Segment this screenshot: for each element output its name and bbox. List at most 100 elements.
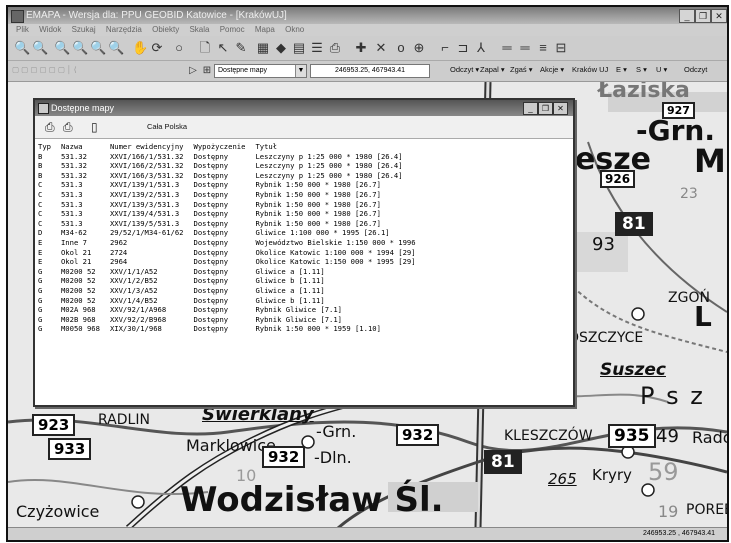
table-row[interactable]: C 531.3 XXVI/139/3/531.3 Dostępny Rybnik 1:5…	[38, 200, 426, 210]
measure-distance-icon[interactable]: ⌐	[438, 41, 452, 55]
delete-icon[interactable]: ✕	[374, 41, 388, 55]
highlight-icon[interactable]: ✎	[234, 41, 248, 55]
table-cell: Inne 7	[60, 237, 87, 247]
coordinate-input[interactable]: 246953.25, 467943.41	[310, 64, 430, 78]
chevron-down-icon[interactable]: ▼	[295, 65, 306, 77]
refresh-icon[interactable]: ⟳	[150, 41, 164, 55]
zoom-window-icon[interactable]: 🔍	[54, 41, 70, 55]
menu-search[interactable]: Szukaj	[72, 25, 96, 34]
pan-hand-icon[interactable]: ✋	[132, 41, 148, 55]
zoom-in-icon[interactable]: 🔍	[14, 41, 30, 55]
krakow-uj-button[interactable]: Kraków UJ	[572, 65, 608, 74]
target-icon[interactable]: ⊕	[412, 41, 426, 55]
menu-window[interactable]: Okno	[285, 25, 304, 34]
turn-on-dropdown[interactable]: Zapal ▾	[480, 65, 505, 74]
menu-help[interactable]: Pomoc	[220, 25, 245, 34]
table-row[interactable]: G M0050 968 XIX/30/1/968 Dostępny Rybnik 1:5…	[38, 324, 426, 334]
e-dropdown[interactable]: E ▾	[616, 65, 627, 74]
road-icon[interactable]: ═	[500, 41, 514, 55]
menu-bar: Plik Widok Szukaj Narzędzia Obiekty Skal…	[8, 24, 727, 36]
table-row[interactable]: C 531.3 XXVI/139/4/531.3 Dostępny Rybnik 1:5…	[38, 209, 426, 219]
s-dropdown[interactable]: S ▾	[636, 65, 647, 74]
table-cell: M0200 52	[60, 295, 96, 305]
table-cell: 2964	[109, 257, 128, 267]
table-row[interactable]: G M0200 52 XXV/1/4/B52 Dostępny Gliwice b [1…	[38, 296, 426, 306]
crosshair-icon[interactable]: ✚	[354, 41, 368, 55]
zoom-previous-icon[interactable]: 🔍	[72, 41, 88, 55]
column-header[interactable]: Tytuł	[255, 142, 425, 152]
layer-toggle-icon[interactable]: ▷	[186, 64, 200, 78]
table-row[interactable]: B 531.32 XXVI/166/1/531.32 Dostępny Leszczyn…	[38, 152, 426, 162]
legend-icon[interactable]: ▤	[292, 41, 306, 55]
close-button[interactable]: ✕	[711, 9, 727, 23]
menu-map[interactable]: Mapa	[255, 25, 275, 34]
railway-icon[interactable]: ═	[518, 41, 532, 55]
dialog-maximize-button[interactable]: ❐	[538, 102, 553, 115]
print-icon[interactable]: ⎙	[45, 120, 55, 135]
table-cell: XXVI/166/3/531.32	[109, 170, 184, 180]
menu-file[interactable]: Plik	[16, 25, 29, 34]
document-icon[interactable]: ▯	[91, 120, 98, 134]
dialog-minimize-button[interactable]: _	[523, 102, 538, 115]
menu-tools[interactable]: Narzędzia	[106, 25, 142, 34]
table-cell: C	[38, 180, 43, 190]
column-header[interactable]: Typ	[38, 142, 61, 152]
road-number-923: 923	[32, 414, 76, 436]
table-row[interactable]: C 531.3 XXVI/139/1/531.3 Dostępny Rybnik 1:5…	[38, 180, 426, 190]
read-button[interactable]: Odczyt	[684, 65, 707, 74]
table-row[interactable]: G M0200 52 XXV/1/3/A52 Dostępny Gliwice a [1…	[38, 286, 426, 296]
dialog-close-button[interactable]: ✕	[553, 102, 568, 115]
dialog-icon	[38, 103, 49, 114]
menu-view[interactable]: Widok	[39, 25, 61, 34]
available-maps-dialog: Dostępne mapy _ ❐ ✕ ⎙ ⎙ ▯ Cała Polska Ty…	[33, 98, 575, 407]
table-row[interactable]: G M0200 52 XXV/1/1/A52 Dostępny Gliwice a [1…	[38, 267, 426, 277]
table-row[interactable]: E Okol 21 2964 Dostępny Okolice Katowic 1:15…	[38, 257, 426, 267]
table-row[interactable]: G M02A 968 XXV/92/1/A968 Dostępny Rybnik Gli…	[38, 305, 426, 315]
column-header[interactable]: Wypożyczenie	[194, 142, 256, 152]
road-number-932-b: 932	[262, 446, 306, 468]
column-header[interactable]: Nazwa	[61, 142, 110, 152]
measure-area-icon[interactable]: ⊐	[456, 41, 470, 55]
u-dropdown[interactable]: U ▾	[656, 65, 667, 74]
available-maps-select[interactable]: Dostępne mapy ▼	[214, 64, 307, 78]
point-marker-icon[interactable]: o	[394, 41, 408, 55]
table-row[interactable]: C 531.3 XXVI/139/5/531.3 Dostępny Rybnik 1:5…	[38, 219, 426, 229]
style-icon[interactable]: ◆	[274, 41, 288, 55]
zoom-all-icon[interactable]: 🔍	[108, 41, 124, 55]
table-cell: Leszczyny p 1:25 000 * 1980 [26.4]	[255, 151, 403, 161]
zoom-next-icon[interactable]: 🔍	[90, 41, 106, 55]
maps-icon[interactable]: ⊞	[200, 64, 214, 78]
table-row[interactable]: G M02B 968 XXV/92/2/B968 Dostępny Rybnik Gli…	[38, 315, 426, 325]
table-row[interactable]: G M0200 52 XXV/1/2/B52 Dostępny Gliwice b [1…	[38, 276, 426, 286]
table-row[interactable]: E Okol 21 2724 Dostępny Okolice Katowic 1:10…	[38, 248, 426, 258]
zoom-out-icon[interactable]: 🔍	[32, 41, 48, 55]
profile-icon[interactable]: ⅄	[474, 41, 488, 55]
table-row[interactable]: C 531.3 XXVI/139/2/531.3 Dostępny Rybnik 1:5…	[38, 190, 426, 200]
table-row[interactable]: B 531.32 XXVI/166/2/531.32 Dostępny Leszczyn…	[38, 161, 426, 171]
table-cell: M0200 52	[60, 266, 96, 276]
menu-scale[interactable]: Skala	[189, 25, 209, 34]
table-cell: Dostępny	[193, 180, 229, 190]
print-preview-icon[interactable]: ⎙	[63, 120, 73, 135]
table-cell: XXV/1/3/A52	[109, 285, 158, 295]
table-row[interactable]: D M34-62 29/52/1/M34-61/62 Dostępny Gliwice …	[38, 228, 426, 238]
map-layers-icon[interactable]: ▦	[256, 41, 270, 55]
menu-objects[interactable]: Obiekty	[152, 25, 179, 34]
turn-off-dropdown[interactable]: Zgaś ▾	[510, 65, 533, 74]
read-dropdown[interactable]: Odczyt ▾	[450, 65, 479, 74]
table-cell: Dostępny	[193, 305, 229, 315]
actions-dropdown[interactable]: Akcje ▾	[540, 65, 564, 74]
table-row[interactable]: E Inne 7 2962 Dostępny Województwo Bielskie …	[38, 238, 426, 248]
maximize-button[interactable]: ❐	[695, 9, 711, 23]
minimize-button[interactable]: _	[679, 9, 695, 23]
table-header: Typ Nazwa Numer ewidencyjny Wypożyczenie Tyt…	[38, 142, 426, 152]
vehicle-icon[interactable]: ⊟	[554, 41, 568, 55]
table-row[interactable]: B 531.32 XXVI/166/3/531.32 Dostępny Leszczyn…	[38, 171, 426, 181]
search-object-icon[interactable]: ☰	[310, 41, 324, 55]
redraw-icon[interactable]: ○	[172, 41, 186, 55]
print-preview-icon[interactable]: 🗋	[198, 41, 212, 55]
route-icon[interactable]: ≡	[536, 41, 550, 55]
printer-icon[interactable]: ⎙	[328, 41, 342, 55]
column-header[interactable]: Numer ewidencyjny	[110, 142, 194, 152]
select-pointer-icon[interactable]: ↖	[216, 41, 230, 55]
